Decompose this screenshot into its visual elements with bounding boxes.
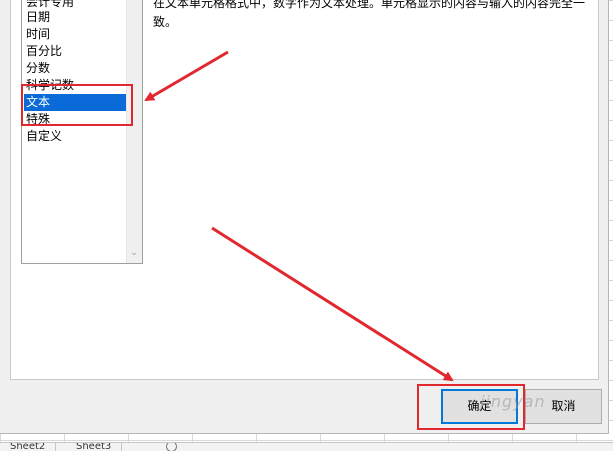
category-item-custom[interactable]: 自定义 bbox=[24, 128, 128, 145]
category-description: 在文本单元格格式中，数字作为文本处理。单元格显示的内容与输入的内容完全一 致。 bbox=[153, 0, 593, 32]
chevron-down-icon[interactable]: ⌄ bbox=[130, 249, 138, 258]
category-item-date[interactable]: 日期 bbox=[24, 9, 128, 26]
category-list-scrollbar[interactable]: ⌄ bbox=[126, 0, 142, 263]
category-list[interactable]: 会计专用 日期 时间 百分比 分数 科学记数 文本 特殊 自定义 ⌄ bbox=[21, 0, 143, 264]
category-item-special[interactable]: 特殊 bbox=[24, 111, 128, 128]
category-item-percentage[interactable]: 百分比 bbox=[24, 43, 128, 60]
description-line-2: 致。 bbox=[153, 15, 178, 29]
watermark-logo: jingyan bbox=[480, 392, 546, 411]
format-cells-dialog: 会计专用 日期 时间 百分比 分数 科学记数 文本 特殊 自定义 ⌄ 在文本单元… bbox=[0, 0, 609, 434]
category-item-scientific[interactable]: 科学记数 bbox=[24, 77, 128, 94]
category-item-time[interactable]: 时间 bbox=[24, 26, 128, 43]
description-line-1: 在文本单元格格式中，数字作为文本处理。单元格显示的内容与输入的内容完全一 bbox=[153, 0, 586, 10]
category-item-fraction[interactable]: 分数 bbox=[24, 60, 128, 77]
category-item-text[interactable]: 文本 bbox=[24, 94, 128, 111]
